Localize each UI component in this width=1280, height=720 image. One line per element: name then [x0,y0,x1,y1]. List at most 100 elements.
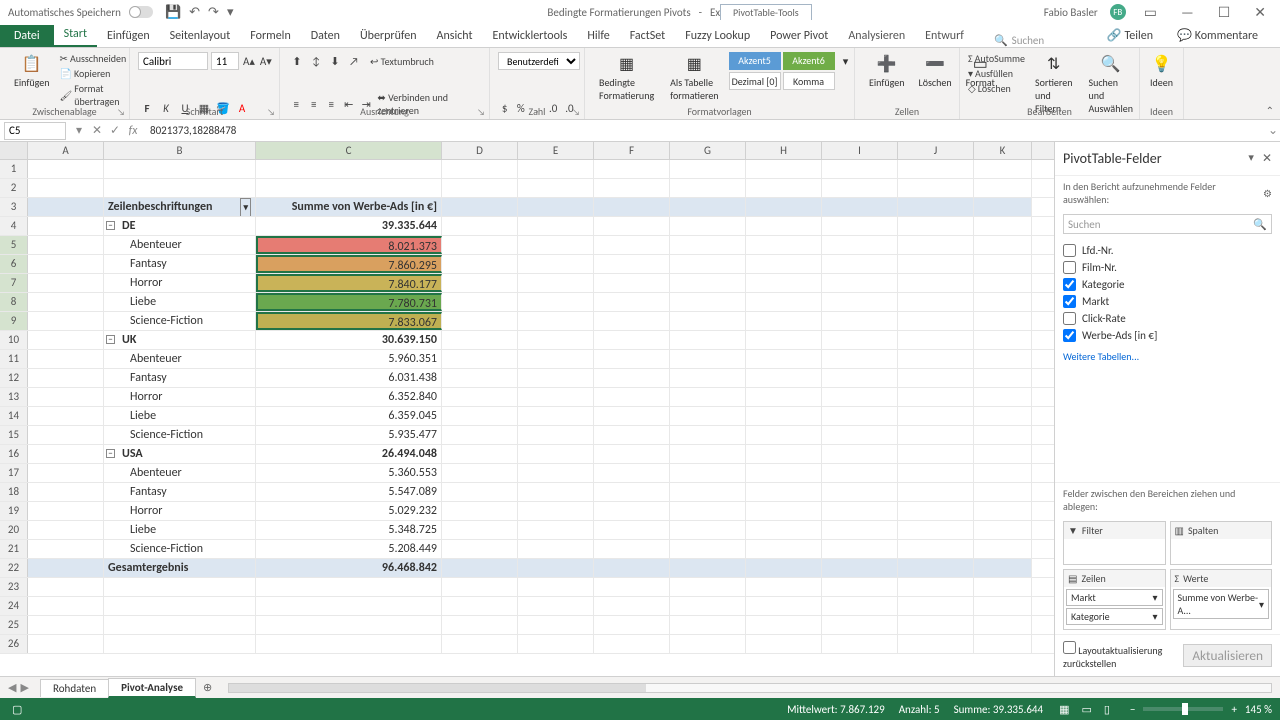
grid-rows[interactable]: 123Zeilenbeschriftungen ▾Summe von Werbe… [0,160,1054,676]
cell[interactable]: 6.352.840 [256,388,442,406]
cell[interactable] [594,407,670,425]
cell[interactable] [594,274,670,292]
cell[interactable]: Science-Fiction [104,312,256,330]
cell[interactable] [898,198,974,216]
zoom-slider[interactable] [1143,707,1223,711]
cell[interactable] [822,483,898,501]
cell[interactable] [974,331,1032,349]
cell[interactable] [442,483,518,501]
cell[interactable] [974,559,1032,577]
cell[interactable] [442,179,518,197]
row-header[interactable]: 13 [0,388,28,406]
cell[interactable] [518,293,594,311]
close-icon[interactable]: ✕ [1248,4,1272,21]
cell[interactable]: Abenteuer [104,350,256,368]
cell[interactable] [974,578,1032,596]
collapse-icon[interactable]: − [106,335,115,344]
dialog-launcher-icon[interactable]: ↘ [267,107,275,118]
col-header-h[interactable]: H [746,142,822,159]
cell[interactable] [442,160,518,178]
autosave-toggle[interactable]: Automatisches Speichern [8,6,153,19]
cell[interactable] [442,198,518,216]
font-size-select[interactable] [211,52,239,70]
format-as-table-button[interactable]: ▦Als Tabelle formatieren [664,52,724,104]
cell[interactable] [670,236,746,254]
cell[interactable] [746,597,822,615]
style-decimal0[interactable]: Dezimal [0] [729,72,781,90]
collapse-icon[interactable]: − [106,221,115,230]
cell[interactable]: Fantasy [104,369,256,387]
cell[interactable] [442,578,518,596]
cell[interactable]: 39.335.644 [256,217,442,235]
prev-sheet-icon[interactable]: ◀ [8,681,16,694]
cell[interactable] [442,407,518,425]
field-checkbox[interactable] [1063,312,1076,325]
fx-icon[interactable]: fx [124,124,142,138]
cell[interactable] [974,255,1032,273]
cell[interactable] [518,274,594,292]
cell[interactable] [104,616,256,634]
cell[interactable]: 96.468.842 [256,559,442,577]
collapse-icon[interactable]: − [106,449,115,458]
fill-button[interactable]: ▾ Ausfüllen [968,67,1025,80]
cell[interactable]: 6.031.438 [256,369,442,387]
cell[interactable] [822,236,898,254]
cell[interactable] [670,293,746,311]
cell[interactable]: Abenteuer [104,464,256,482]
cell[interactable] [746,407,822,425]
row-header[interactable]: 1 [0,160,28,178]
row-header[interactable]: 7 [0,274,28,292]
cell[interactable] [594,369,670,387]
cell[interactable] [898,217,974,235]
cell[interactable] [670,217,746,235]
row-header[interactable]: 21 [0,540,28,558]
cell[interactable] [898,502,974,520]
cell[interactable] [518,426,594,444]
cell[interactable] [898,274,974,292]
cell[interactable] [670,464,746,482]
cell[interactable] [518,445,594,463]
share-button[interactable]: 🔗 Teilen [1097,24,1163,47]
cell[interactable] [518,464,594,482]
more-tables-link[interactable]: Weitere Tabellen... [1055,348,1280,365]
col-header-k[interactable]: K [974,142,1032,159]
select-all-corner[interactable] [0,142,28,159]
formula-input[interactable]: 8021373,18288478 [142,124,1266,137]
cell[interactable] [898,483,974,501]
sheet-tab-rohdaten[interactable]: Rohdaten [40,679,109,697]
normal-view-icon[interactable]: ▦ [1055,703,1073,716]
row-header[interactable]: 12 [0,369,28,387]
cell[interactable] [746,236,822,254]
cell[interactable] [898,445,974,463]
comments-button[interactable]: 💬 Kommentare [1167,24,1268,47]
zoom-level[interactable]: 145 % [1245,703,1272,716]
cell[interactable] [746,616,822,634]
col-header-e[interactable]: E [518,142,594,159]
cell[interactable] [746,483,822,501]
cell[interactable]: Science-Fiction [104,540,256,558]
cell[interactable]: 5.935.477 [256,426,442,444]
cell[interactable] [28,559,104,577]
dialog-launcher-icon[interactable]: ↘ [117,107,125,118]
cell[interactable] [28,502,104,520]
cell[interactable] [670,407,746,425]
cell[interactable] [28,179,104,197]
field-item[interactable]: Markt [1063,293,1272,310]
cell[interactable]: 6.359.045 [256,407,442,425]
cell[interactable] [594,578,670,596]
cell[interactable]: Zeilenbeschriftungen ▾ [104,198,256,216]
cell[interactable] [898,578,974,596]
cell[interactable] [898,369,974,387]
field-checkbox[interactable] [1063,261,1076,274]
field-search[interactable]: Suchen 🔍 [1063,214,1272,234]
style-accent6[interactable]: Akzent6 [783,52,835,70]
conditional-format-button[interactable]: ▦Bedingte Formatierung [593,52,660,104]
cell[interactable] [746,217,822,235]
cell[interactable] [518,160,594,178]
cell[interactable] [974,635,1032,653]
cell[interactable] [746,331,822,349]
collapse-ribbon-icon[interactable]: ⌃ [1266,104,1274,117]
cell[interactable] [518,635,594,653]
cell[interactable] [822,502,898,520]
cell[interactable] [898,331,974,349]
